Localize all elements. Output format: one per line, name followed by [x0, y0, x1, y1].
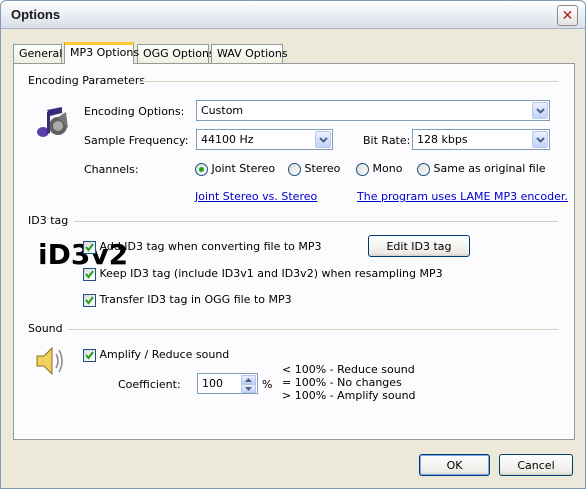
mp3-options-panel: Encoding Parameters Encoding Options: Cu… — [13, 63, 575, 440]
keep-id3-tag-label: Keep ID3 tag (include ID3v1 and ID3v2) w… — [99, 267, 443, 280]
add-id3-tag-option[interactable]: Add ID3 tag when converting file to MP3 — [83, 240, 322, 254]
sample-frequency-select[interactable]: 44100 Hz — [196, 129, 333, 150]
amplify-sound-label: Amplify / Reduce sound — [99, 348, 230, 361]
channels-label: Channels: — [84, 163, 139, 176]
coefficient-value: 100 — [202, 377, 223, 390]
radio-same-as-original[interactable] — [417, 162, 430, 176]
keep-id3-tag-option[interactable]: Keep ID3 tag (include ID3v1 and ID3v2) w… — [83, 267, 443, 281]
radio-mono[interactable] — [356, 162, 369, 176]
id3-logo-icon: iD3v2 — [36, 238, 128, 272]
radio-stereo-label: Stereo — [304, 162, 341, 175]
hint-reduce: < 100% - Reduce sound — [282, 363, 415, 376]
bit-rate-value: 128 kbps — [417, 133, 468, 146]
add-id3-tag-checkbox[interactable] — [83, 240, 96, 254]
encoding-section-title: Encoding Parameters — [28, 74, 146, 87]
encoding-options-value: Custom — [201, 104, 244, 117]
keep-id3-tag-checkbox[interactable] — [83, 267, 96, 281]
id3-section-title: ID3 tag — [28, 214, 69, 227]
sample-frequency-label: Sample Frequency: — [84, 134, 189, 147]
speaker-icon — [36, 346, 63, 376]
sound-section-title: Sound — [28, 322, 63, 335]
radio-mono-label: Mono — [372, 162, 403, 175]
amplify-sound-option[interactable]: Amplify / Reduce sound — [83, 348, 229, 362]
radio-stereo[interactable] — [288, 162, 301, 176]
encoding-options-label: Encoding Options: — [84, 105, 185, 118]
close-icon: ✕ — [561, 7, 574, 24]
encoding-options-select[interactable]: Custom — [196, 100, 550, 121]
hint-amplify: > 100% - Amplify sound — [282, 389, 416, 402]
bit-rate-select[interactable]: 128 kbps — [412, 129, 550, 150]
id3-divider — [74, 221, 558, 223]
spin-down-icon[interactable] — [241, 384, 256, 393]
title-bar[interactable]: Options ✕ — [1, 1, 585, 29]
joint-stereo-help-link[interactable]: Joint Stereo vs. Stereo — [195, 190, 317, 203]
sample-frequency-value: 44100 Hz — [201, 133, 254, 146]
tab-ogg-options[interactable]: OGG Options — [137, 44, 215, 63]
edit-id3-tag-button[interactable]: Edit ID3 tag — [368, 235, 470, 257]
cancel-button[interactable]: Cancel — [499, 454, 573, 476]
radio-same-as-original-label: Same as original file — [433, 162, 546, 175]
add-id3-tag-label: Add ID3 tag when converting file to MP3 — [99, 240, 322, 253]
close-button[interactable]: ✕ — [557, 5, 578, 26]
transfer-id3-tag-label: Transfer ID3 tag in OGG file to MP3 — [99, 293, 292, 306]
lame-encoder-link[interactable]: The program uses LAME MP3 encoder. — [357, 190, 568, 203]
bit-rate-label: Bit Rate: — [363, 134, 411, 147]
coefficient-stepper[interactable]: 100 — [197, 373, 258, 394]
coefficient-label: Coefficient: — [118, 378, 181, 391]
ok-button[interactable]: OK — [419, 454, 490, 476]
options-dialog: Options ✕ General MP3 Options OGG Option… — [0, 0, 586, 489]
amplify-sound-checkbox[interactable] — [83, 348, 96, 362]
tab-general[interactable]: General — [13, 44, 62, 63]
tab-mp3-options[interactable]: MP3 Options — [64, 42, 139, 64]
radio-joint-stereo-label: Joint Stereo — [211, 162, 276, 175]
channel-radio-same-as-original[interactable]: Same as original file — [417, 162, 546, 176]
channel-radio-joint-stereo[interactable]: Joint Stereo — [195, 162, 275, 176]
channel-radio-stereo[interactable]: Stereo — [288, 162, 340, 176]
transfer-id3-tag-option[interactable]: Transfer ID3 tag in OGG file to MP3 — [83, 293, 292, 307]
sound-divider — [68, 329, 558, 331]
music-note-icon — [37, 107, 68, 137]
encoding-divider — [138, 81, 558, 83]
chevron-down-icon[interactable] — [532, 131, 548, 148]
hint-no-changes: = 100% - No changes — [282, 376, 402, 389]
transfer-id3-tag-checkbox[interactable] — [83, 293, 96, 307]
window-title: Options — [11, 7, 61, 22]
channel-radio-mono[interactable]: Mono — [356, 162, 402, 176]
spin-up-icon[interactable] — [241, 375, 256, 384]
chevron-down-icon[interactable] — [315, 131, 331, 148]
chevron-down-icon[interactable] — [532, 102, 548, 119]
radio-joint-stereo[interactable] — [195, 162, 208, 176]
tab-wav-options[interactable]: WAV Options — [211, 44, 288, 63]
percent-sign: % — [262, 378, 273, 391]
